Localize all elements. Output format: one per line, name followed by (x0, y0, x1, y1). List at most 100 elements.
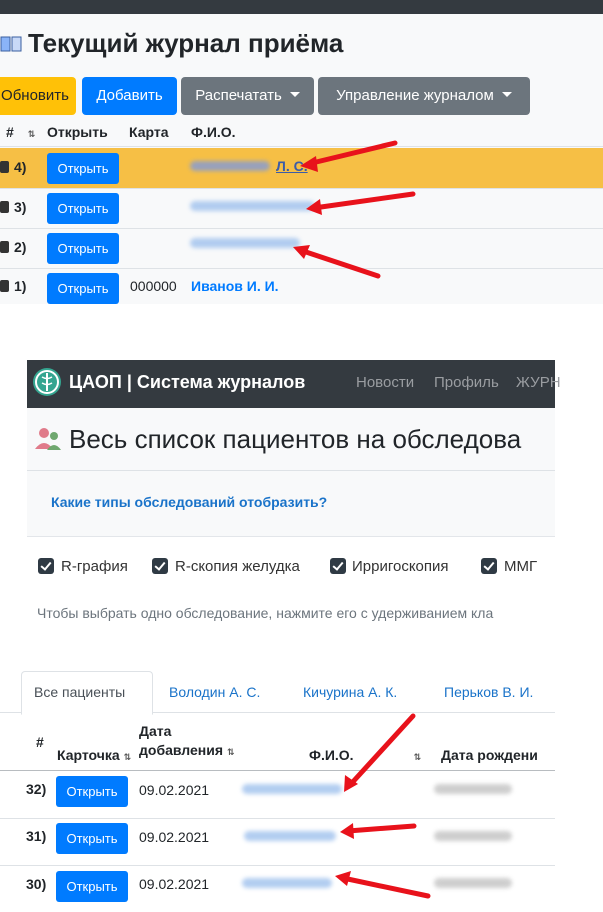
open-button[interactable]: Открыть (56, 871, 128, 902)
blurred-birthdate (434, 784, 512, 794)
checkbox-label: R-графия (61, 558, 128, 575)
checkbox-label: Ирригоскопия (352, 558, 449, 575)
column-header-open-label: Открыть (47, 124, 108, 140)
date-added: 09.02.2021 (139, 782, 210, 798)
divider (0, 228, 603, 229)
column-header-card[interactable]: Карта (129, 124, 191, 140)
row-checkbox[interactable] (0, 241, 9, 253)
tab-kichurina[interactable]: Кичурина А. К. (303, 684, 397, 700)
open-button[interactable]: Открыть (47, 233, 119, 264)
print-label: Распечатать (195, 87, 282, 104)
column-header-birthdate[interactable]: Дата рождени (441, 747, 538, 763)
checkbox-rskopiya[interactable] (152, 558, 168, 574)
annotation-arrow (340, 875, 431, 899)
refresh-button[interactable]: Обновить (0, 77, 76, 115)
column-header-name-label: Ф.И.О. (191, 124, 236, 140)
column-header-num[interactable]: # ⇅ (6, 124, 35, 140)
open-button[interactable]: Открыть (47, 153, 119, 184)
blurred-birthdate (434, 831, 512, 841)
column-header-card-label: Карточка (57, 747, 120, 763)
print-dropdown-button[interactable]: Распечатать (181, 77, 314, 115)
column-header-card[interactable]: Карточка ⇅ (57, 747, 131, 763)
patients-icon (35, 428, 61, 450)
column-header-name[interactable]: Ф.И.О. ⇅ (309, 747, 421, 763)
column-header-num-label: # (6, 124, 14, 140)
caduceus-logo-icon (33, 368, 61, 396)
manage-dropdown-button[interactable]: Управление журналом (318, 77, 530, 115)
open-button[interactable]: Открыть (47, 193, 119, 224)
nav-news[interactable]: Новости (356, 374, 414, 391)
card-number: 000000 (130, 278, 177, 294)
checkbox-irrigoskopiya[interactable] (330, 558, 346, 574)
caduceus-icon (35, 370, 59, 394)
arrowhead-icon (344, 775, 358, 792)
tab-volodin[interactable]: Володин А. С. (169, 684, 260, 700)
exam-types-toggle-link[interactable]: Какие типы обследований отобразить? (51, 494, 327, 510)
column-header-card-label: Карта (129, 124, 169, 140)
row-checkbox[interactable] (0, 201, 9, 213)
top-dark-bar (0, 0, 603, 14)
brand-title[interactable]: ЦАОП | Система журналов (69, 372, 305, 393)
column-header-name-label: Ф.И.О. (309, 747, 354, 763)
navbar: ЦАОП | Система журналов Новости Профиль … (27, 360, 561, 408)
divider (27, 470, 555, 471)
row-number: 31) (26, 828, 47, 844)
sort-icon: ⇅ (413, 752, 422, 762)
column-header-name[interactable]: Ф.И.О. (191, 124, 236, 140)
blurred-name (244, 831, 336, 841)
blurred-name (190, 161, 270, 171)
divider (0, 268, 603, 269)
open-button[interactable]: Открыть (56, 823, 128, 854)
sort-icon: ⇅ (123, 752, 132, 762)
sort-icon: ⇅ (27, 129, 36, 139)
divider (0, 818, 555, 819)
checkbox-mmg[interactable] (481, 558, 497, 574)
divider (0, 188, 603, 189)
patient-name-link[interactable]: Л. С. (276, 158, 308, 174)
blurred-name (242, 878, 332, 888)
divider (0, 770, 555, 771)
date-added: 09.02.2021 (139, 876, 210, 892)
checkbox-label: R-скопия желудка (175, 558, 300, 575)
add-button[interactable]: Добавить (82, 77, 177, 115)
blurred-birthdate (434, 878, 512, 888)
row-number: 2) (0, 239, 26, 255)
nav-profile[interactable]: Профиль (434, 374, 499, 391)
checkbox-rgrafiya[interactable] (38, 558, 54, 574)
open-button[interactable]: Открыть (47, 273, 119, 304)
date-added: 09.02.2021 (139, 829, 210, 845)
column-header-num-label: # (36, 734, 44, 750)
column-header-num[interactable]: # (36, 734, 44, 750)
blurred-name (190, 238, 300, 248)
blurred-name (242, 784, 342, 794)
arrowhead-icon (335, 871, 351, 886)
column-header-open[interactable]: Открыть (47, 124, 127, 140)
row-number: 32) (26, 781, 47, 797)
chevron-down-icon (501, 92, 512, 97)
list-title-text: Весь список пациентов на обследова (69, 424, 522, 454)
blurred-name (190, 201, 315, 211)
row-checkbox[interactable] (0, 280, 9, 292)
patient-name-link[interactable]: Иванов И. И. (191, 278, 279, 294)
page-title-text: Текущий журнал приёма (28, 28, 344, 58)
row-number: 1) (0, 278, 26, 294)
tab-all-patients-label: Все пациенты (34, 684, 126, 700)
tab-perkov[interactable]: Перьков В. И. (444, 684, 533, 700)
manage-label: Управление журналом (336, 87, 494, 104)
column-header-date-line2: добавления (139, 742, 224, 758)
annotation-arrow (345, 823, 417, 834)
selection-hint: Чтобы выбрать одно обследование, нажмите… (37, 605, 494, 621)
arrowhead-icon (340, 823, 354, 839)
row-number: 3) (0, 199, 26, 215)
sort-icon: ⇅ (227, 747, 235, 757)
row-checkbox[interactable] (0, 161, 9, 173)
chevron-down-icon (289, 92, 300, 97)
nav-journals[interactable]: ЖУРН (516, 374, 561, 391)
page-title: Текущий журнал приёма (0, 28, 343, 59)
open-button[interactable]: Открыть (56, 776, 128, 807)
column-header-date-line1: Дата (139, 723, 172, 739)
row-number: 4) (0, 159, 26, 175)
divider (0, 146, 603, 147)
row-number: 30) (26, 876, 47, 892)
column-header-date[interactable]: Дата добавления ⇅ (139, 723, 235, 758)
